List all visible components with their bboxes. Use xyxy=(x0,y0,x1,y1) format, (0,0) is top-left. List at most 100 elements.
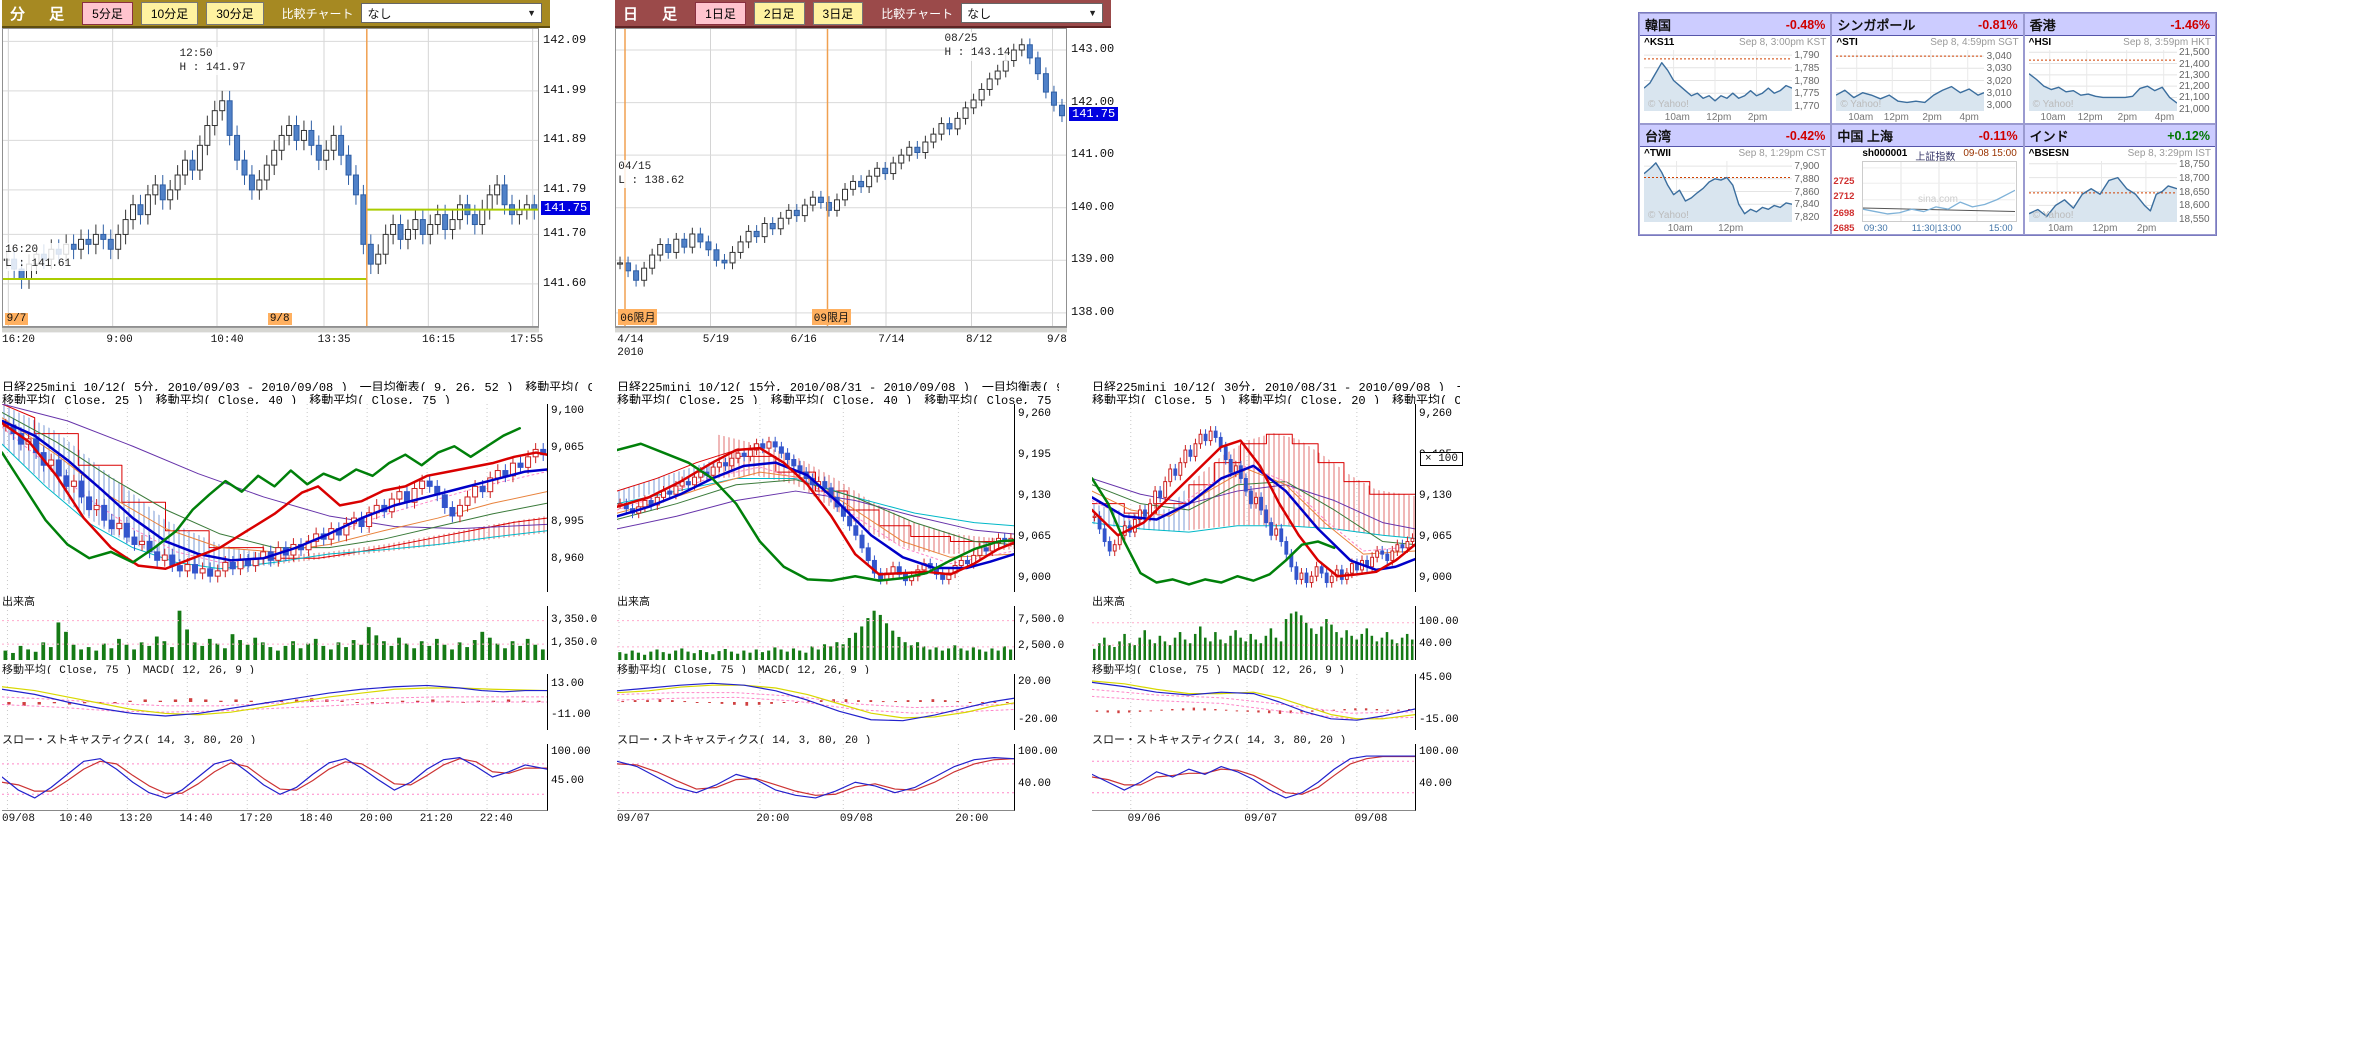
axis-price-label: 7,500.0 xyxy=(1018,614,1064,626)
axis-price-label: 9,195 xyxy=(1018,449,1051,461)
market-x-axis: 10am12pm2pm4pm xyxy=(2029,112,2177,124)
axis-price-label: 141.89 xyxy=(543,132,586,146)
minute-chart-plot[interactable]: 9/79/812:50H : 141.9716:20L : 141.61 xyxy=(2,28,539,327)
volume-pane-label: 出来高 xyxy=(2,592,592,606)
tech-stochastics-pane[interactable] xyxy=(617,744,1015,811)
market-tile-header: シンガポール-0.81% xyxy=(1832,14,2022,36)
timeframe-button-2day[interactable]: 2日足 xyxy=(754,2,805,25)
axis-year-label: 2010 xyxy=(617,347,643,359)
tech-macd-pane-row: 20.00-20.00 xyxy=(617,674,1015,730)
market-tile-singapore[interactable]: シンガポール-0.81%^STISep 8, 4:59pm SGT3,0403,… xyxy=(1831,13,2023,124)
axis-price-label: 45.00 xyxy=(1419,672,1452,684)
market-change-percent: -0.11% xyxy=(1979,129,2018,143)
date-badge: 9/7 xyxy=(5,313,29,325)
daily-chart-plot[interactable]: 06限月09限月08/25H : 143.1404/15L : 138.62 xyxy=(615,28,1067,327)
tech-main-pane[interactable] xyxy=(2,404,548,592)
axis-price-label: 3,350.0 xyxy=(551,614,597,626)
annotation-time: 16:20 xyxy=(5,243,71,257)
axis-time-label: 12pm xyxy=(2078,112,2103,123)
timeframe-button-1day[interactable]: 1日足 xyxy=(695,2,746,25)
axis-price-label: 1,770 xyxy=(1794,101,1819,112)
market-tile-taiwan[interactable]: 台湾-0.42%^TWIISep 8, 1:29pm CST7,9007,880… xyxy=(1639,124,1831,235)
axis-price-label: 2725 xyxy=(1833,176,1854,187)
axis-price-label: 13.00 xyxy=(551,678,584,690)
axis-price-label: 2712 xyxy=(1833,191,1854,202)
market-tile-header: 台湾-0.42% xyxy=(1640,125,1830,147)
tech-macd-pane-axis: 13.00-11.00 xyxy=(548,674,592,730)
market-x-axis: 10am12pm2pm xyxy=(1644,112,1792,124)
timeframe-button-30min[interactable]: 30分足 xyxy=(206,2,263,25)
compare-chart-value: なし xyxy=(967,5,991,22)
axis-price-label: 40.00 xyxy=(1018,778,1051,790)
axis-time-label: 10am xyxy=(2041,112,2066,123)
axis-time-label: 12pm xyxy=(1706,112,1731,123)
market-tile-header: 香港-1.46% xyxy=(2025,14,2215,36)
axis-time-label: 10:40 xyxy=(211,334,244,346)
axis-time-label: 4pm xyxy=(1959,112,1978,123)
minute-chart-price-axis: 142.09141.99141.89141.79141.70141.60141.… xyxy=(539,28,586,325)
market-x-axis: 10am12pm2pm xyxy=(2029,223,2177,235)
extreme-annotation: 16:20L : 141.61 xyxy=(5,243,71,272)
yahoo-watermark: © Yahoo! xyxy=(1840,99,1881,110)
market-name: インド xyxy=(2030,126,2069,145)
market-tile-korea[interactable]: 韓国-0.48%^KS11Sep 8, 3:00pm KST1,7901,785… xyxy=(1639,13,1831,124)
tech-chart-title-line1: 日経225mini 10/12( 5分, 2010/09/03 - 2010/0… xyxy=(2,378,592,391)
tech-volume-pane-axis: 7,500.02,500.0 xyxy=(1015,606,1059,660)
axis-price-label: 9,065 xyxy=(551,442,584,454)
market-tile-hongkong[interactable]: 香港-1.46%^HSISep 8, 3:59pm HKT21,50021,40… xyxy=(2024,13,2216,124)
tech-volume-pane[interactable] xyxy=(617,606,1015,660)
tech-chart-title-line1: 日経225mini 10/12( 15分, 2010/08/31 - 2010/… xyxy=(617,378,1059,391)
tech-volume-pane-row: 3,350.01,350.0 xyxy=(2,606,548,660)
market-tile-china-shanghai[interactable]: 中国 上海-0.11%sh000001上証指数09-08 15:00272527… xyxy=(1831,124,2023,235)
daily-chart-price-axis: 143.00142.00141.00140.00139.00138.00141.… xyxy=(1067,28,1137,325)
volume-pane-label: 出来高 xyxy=(617,592,1059,606)
daily-chart-time-axis: 4/145/196/167/148/129/82010 xyxy=(615,332,1067,360)
market-symbol: ^HSI xyxy=(2029,37,2052,48)
axis-price-label: 9,000 xyxy=(1018,572,1051,584)
sina-sparkline[interactable] xyxy=(1862,161,2016,222)
axis-price-label: 9,000 xyxy=(1419,572,1452,584)
axis-time-label: 5/19 xyxy=(703,334,729,346)
tech-stochastics-pane[interactable] xyxy=(2,744,548,811)
axis-price-label: 2,500.0 xyxy=(1018,640,1064,652)
market-tile-india[interactable]: インド+0.12%^BSESNSep 8, 3:29pm IST18,75018… xyxy=(2024,124,2216,235)
axis-time-label: 12pm xyxy=(1884,112,1909,123)
tech-macd-pane[interactable] xyxy=(617,674,1015,730)
tech-volume-pane[interactable] xyxy=(1092,606,1416,660)
tech-main-pane-axis: 9,2609,1959,1309,0659,000 xyxy=(1015,404,1059,592)
axis-price-label: 9,065 xyxy=(1419,531,1452,543)
market-symbol: ^TWII xyxy=(1644,148,1671,159)
tech-volume-pane[interactable] xyxy=(2,606,548,660)
market-change-percent: +0.12% xyxy=(2167,129,2210,143)
axis-time-label: 22:40 xyxy=(480,813,513,825)
timeframe-button-10min[interactable]: 10分足 xyxy=(141,2,198,25)
timeframe-button-3day[interactable]: 3日足 xyxy=(813,2,864,25)
tech-stochastics-pane[interactable] xyxy=(1092,744,1416,811)
axis-time-label: 09/06 xyxy=(1128,813,1161,825)
tech-main-pane[interactable] xyxy=(1092,404,1416,592)
tech-macd-pane[interactable] xyxy=(1092,674,1416,730)
sina-caption: sh000001上証指数09-08 15:00 xyxy=(1862,148,2018,161)
market-symbol: ^KS11 xyxy=(1644,37,1674,48)
market-timestamp: Sep 8, 3:00pm KST xyxy=(1739,37,1826,48)
market-name: 韓国 xyxy=(1645,15,1671,34)
axis-price-label: 9,130 xyxy=(1018,490,1051,502)
axis-price-label: 7,900 xyxy=(1794,161,1819,172)
axis-time-label: 20:00 xyxy=(955,813,988,825)
tech-macd-pane[interactable] xyxy=(2,674,548,730)
market-tile-body: ^HSISep 8, 3:59pm HKT21,50021,40021,3002… xyxy=(2025,36,2215,124)
axis-time-label: 15:00 xyxy=(1989,223,2013,234)
compare-chart-select[interactable]: なし ▼ xyxy=(961,3,1103,23)
axis-time-label: 20:00 xyxy=(756,813,789,825)
tech-main-pane[interactable] xyxy=(617,404,1015,592)
axis-time-label: 17:20 xyxy=(240,813,273,825)
stochastics-pane-label: スロー・ストキャスティクス( 14, 3, 80, 20 ) xyxy=(617,730,1059,744)
compare-chart-select[interactable]: なし ▼ xyxy=(361,3,542,23)
timeframe-button-5min[interactable]: 5分足 xyxy=(82,2,133,25)
trading-workspace: 分 足 5分足 10分足 30分足 比較チャート なし ▼ 9/79/812:5… xyxy=(0,0,2370,1056)
tech-time-axis: 09/0609/0709/08 xyxy=(1092,811,1416,827)
axis-time-label: 14:40 xyxy=(179,813,212,825)
market-timestamp: Sep 8, 3:29pm IST xyxy=(2128,148,2211,159)
axis-price-label: 45.00 xyxy=(551,775,584,787)
tech-main-pane-row: 9,2609,1959,1309,0659,000 xyxy=(1092,404,1416,592)
